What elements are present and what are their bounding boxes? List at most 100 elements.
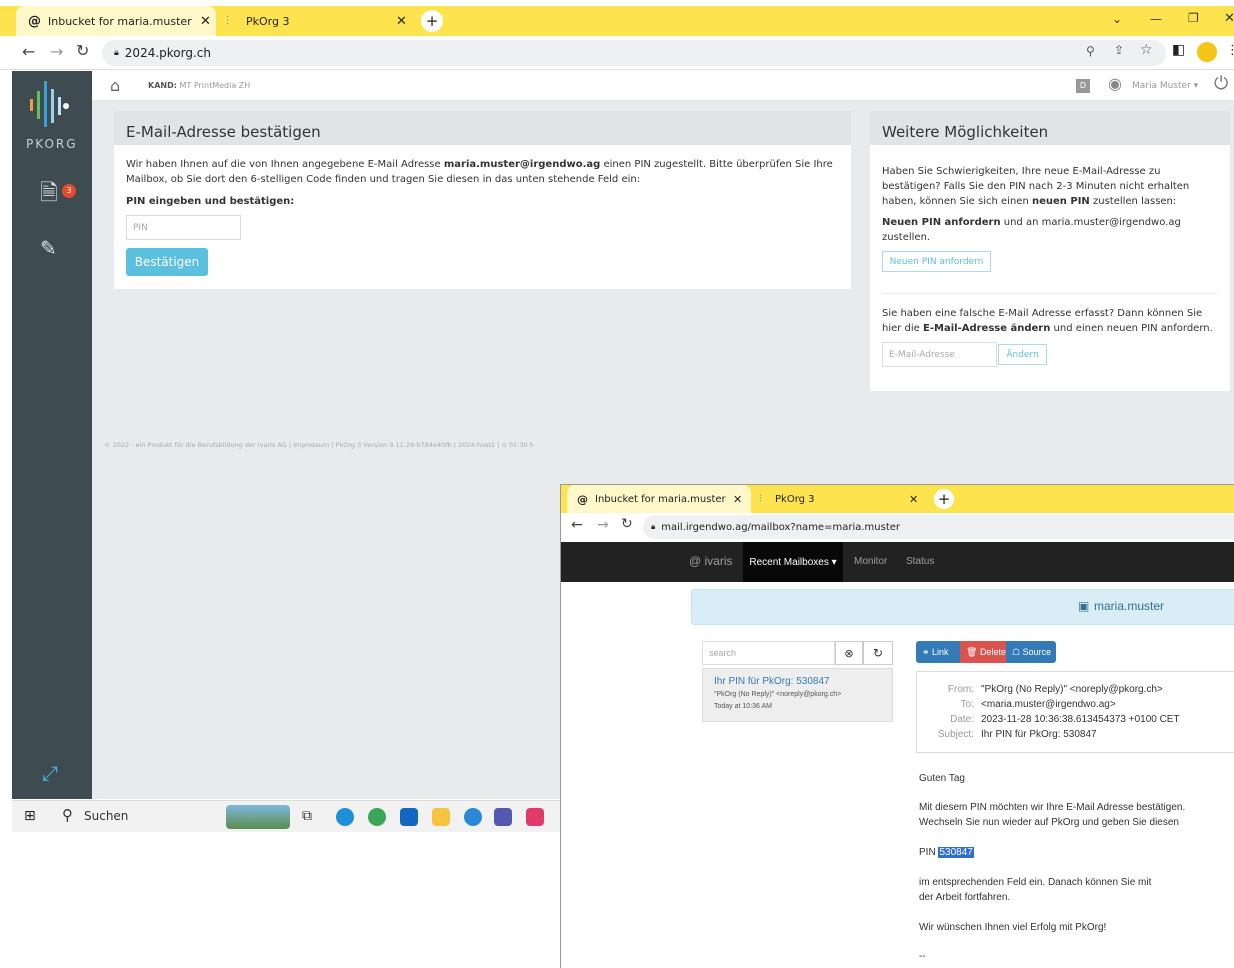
source-button[interactable]: ☖ Source — [1006, 641, 1056, 663]
landscape-widget-icon[interactable] — [226, 805, 290, 829]
instr-email: maria.muster@irgendwo.ag — [443, 159, 601, 170]
link-button[interactable]: ⚭ Link — [916, 641, 960, 663]
screen: @ Inbucket for maria.muster ✕ ⫶ PkOrg 3 … — [0, 0, 1234, 968]
sidepanel-icon[interactable]: ◧ — [1172, 42, 1185, 58]
reload-icon[interactable]: ↻ — [621, 516, 633, 532]
more-p3: Sie haben eine falsche E-Mail Adresse er… — [882, 306, 1222, 336]
close-tab-icon[interactable]: ✕ — [909, 493, 918, 506]
restore-icon[interactable]: ❐ — [1188, 11, 1199, 25]
message-list-item[interactable]: Ihr PIN für PkOrg: 530847 "PkOrg (No Rep… — [702, 668, 893, 722]
status-link[interactable]: Status — [906, 556, 934, 567]
source-label: Source — [1022, 647, 1052, 657]
omnibox[interactable]: 🔒︎ 2024.pkorg.ch — [102, 40, 1166, 66]
change-email-button[interactable]: Ändern — [998, 344, 1047, 365]
address-bar-row: ← → ↻ 🔒︎ 2024.pkorg.ch ⚲ ⇪ ☆ ◧ ⋮ — [0, 36, 1234, 70]
documents-nav-item[interactable]: 🗎︎ 3 — [40, 176, 76, 206]
more-text: haben, können Sie sich einen — [882, 196, 1032, 207]
user-menu[interactable]: Maria Muster ▾ — [1132, 81, 1198, 91]
popup-tab-inbucket[interactable]: @ Inbucket for maria.muster ✕ — [567, 485, 751, 513]
recent-mailboxes-menu[interactable]: Recent Mailboxes ▾ — [743, 542, 843, 582]
monitor-link[interactable]: Monitor — [854, 556, 887, 567]
pkorg-favicon-icon: ⫶ — [226, 13, 230, 28]
edit-icon[interactable]: ✎ — [40, 236, 57, 260]
tab-label: PkOrg 3 — [775, 493, 815, 505]
outlook-icon[interactable] — [400, 808, 418, 826]
minimize-icon[interactable]: — — [1150, 12, 1162, 26]
delete-label: Delete — [979, 647, 1006, 657]
subject-value: Ihr PIN für PkOrg: 530847 — [981, 729, 1097, 740]
browser-tab-strip: @ Inbucket for maria.muster ✕ ⫶ PkOrg 3 … — [0, 6, 1234, 36]
tab-search-icon[interactable]: ⌄ — [1112, 12, 1122, 26]
close-tab-icon[interactable]: ✕ — [200, 14, 211, 29]
brand-text: PKORG — [26, 137, 78, 151]
menu-icon[interactable]: ⋮ — [1226, 43, 1234, 58]
confirm-email-panel: E-Mail-Adresse bestätigen Wir haben Ihne… — [114, 111, 851, 289]
star-icon[interactable]: ☆ — [1140, 42, 1153, 58]
profile-icon[interactable] — [1197, 42, 1217, 62]
tab-pkorg[interactable]: ⫶ PkOrg 3 ✕ — [220, 6, 416, 36]
creative-cloud-icon[interactable] — [526, 808, 544, 826]
teams-icon[interactable] — [494, 808, 512, 826]
subject-label: Subject: — [937, 729, 974, 740]
popup-omnibox[interactable]: 🔒︎ mail.irgendwo.ag/mailbox?name=maria.m… — [643, 515, 1234, 539]
breadcrumb-label: KAND: — [148, 81, 177, 90]
at-icon: @ — [577, 492, 588, 506]
search-placeholder: search — [709, 648, 737, 658]
recent-label: Recent Mailboxes — [749, 556, 829, 568]
more-text: und einen neuen PIN anfordern. — [1050, 323, 1213, 334]
taskbar-search-label[interactable]: Suchen — [84, 809, 128, 823]
delete-button[interactable]: 🗑︎ Delete — [960, 641, 1006, 663]
expand-icon[interactable]: ⤢ — [42, 761, 58, 785]
mailbox-search-input[interactable]: search — [702, 641, 835, 665]
pin-value-selected[interactable]: 530847 — [938, 847, 974, 858]
email-input[interactable]: E-Mail-Adresse — [882, 342, 997, 367]
body-paragraph: Mit diesem PIN möchten wir Ihre E-Mail A… — [919, 800, 1185, 830]
clear-search-button[interactable]: ⊗ — [835, 641, 863, 665]
refresh-button[interactable]: ↻ — [863, 641, 893, 665]
role-badge[interactable]: D — [1076, 79, 1090, 93]
tab-inbucket[interactable]: @ Inbucket for maria.muster ✕ — [16, 6, 216, 36]
lock-icon: 🔒︎ — [114, 48, 119, 58]
back-icon[interactable]: ← — [571, 517, 583, 533]
pin-label: PIN — [919, 847, 936, 858]
tab-label: Inbucket for maria.muster — [48, 14, 192, 28]
new-tab-button[interactable]: + — [934, 489, 954, 509]
more-p1: Haben Sie Schwierigkeiten, Ihre neue E-M… — [882, 164, 1222, 209]
more-text: Sie haben eine falsche E-Mail Adresse er… — [882, 308, 1203, 319]
close-tab-icon[interactable]: ✕ — [396, 14, 407, 29]
confirm-instructions: Wir haben Ihnen auf die von Ihnen angege… — [126, 157, 836, 187]
at-icon: @ — [28, 13, 41, 29]
edge-icon[interactable] — [336, 808, 354, 826]
reload-icon[interactable]: ↻ — [76, 41, 89, 60]
windows-start-icon[interactable]: ⊞ — [24, 808, 36, 824]
confirm-button[interactable]: Bestätigen — [126, 248, 208, 276]
close-tab-icon[interactable]: ✕ — [733, 493, 742, 506]
search-icon[interactable]: ⚲ — [62, 806, 73, 824]
taskbar: ⊞ ⚲ Suchen ⧉ — [12, 800, 560, 832]
body-line: der Arbeit fortfahren. — [919, 892, 1011, 903]
body-signature: -- — [919, 951, 926, 962]
pin-input[interactable]: PIN — [126, 215, 241, 240]
zoom-icon[interactable]: ⚲ — [1086, 44, 1095, 58]
explorer-icon[interactable] — [432, 808, 450, 826]
app-header: ⌂ KAND: MT PrintMedia ZH D ◉ Maria Muste… — [92, 71, 1234, 101]
forward-icon[interactable]: → — [597, 517, 609, 533]
power-icon[interactable]: ⏻ — [1214, 73, 1228, 94]
more-options-panel: Weitere Möglichkeiten Haben Sie Schwieri… — [870, 111, 1230, 391]
chrome-icon[interactable] — [368, 808, 386, 826]
message-from: "PkOrg (No Reply)" <noreply@pkorg.ch> — [714, 691, 842, 698]
popup-tab-pkorg[interactable]: ⫶ PkOrg 3 ✕ — [753, 485, 933, 513]
home-icon[interactable]: ⌂ — [110, 76, 120, 95]
document-icon: 🗎︎ — [40, 181, 58, 206]
new-tab-button[interactable]: + — [421, 10, 443, 32]
more-text: und an maria.muster@irgendwo.ag — [1000, 217, 1181, 228]
new-pin-button[interactable]: Neuen PIN anfordern — [882, 251, 991, 272]
share-icon[interactable]: ⇪ — [1114, 43, 1124, 57]
app-icon[interactable] — [464, 808, 482, 826]
forward-icon[interactable]: → — [50, 42, 63, 61]
task-view-icon[interactable]: ⧉ — [302, 808, 312, 824]
mailbox-name: maria.muster — [1094, 599, 1165, 613]
close-window-icon[interactable]: ✕ — [1224, 11, 1234, 26]
navbar-brand[interactable]: @ ivaris — [689, 554, 733, 568]
back-icon[interactable]: ← — [22, 42, 35, 61]
